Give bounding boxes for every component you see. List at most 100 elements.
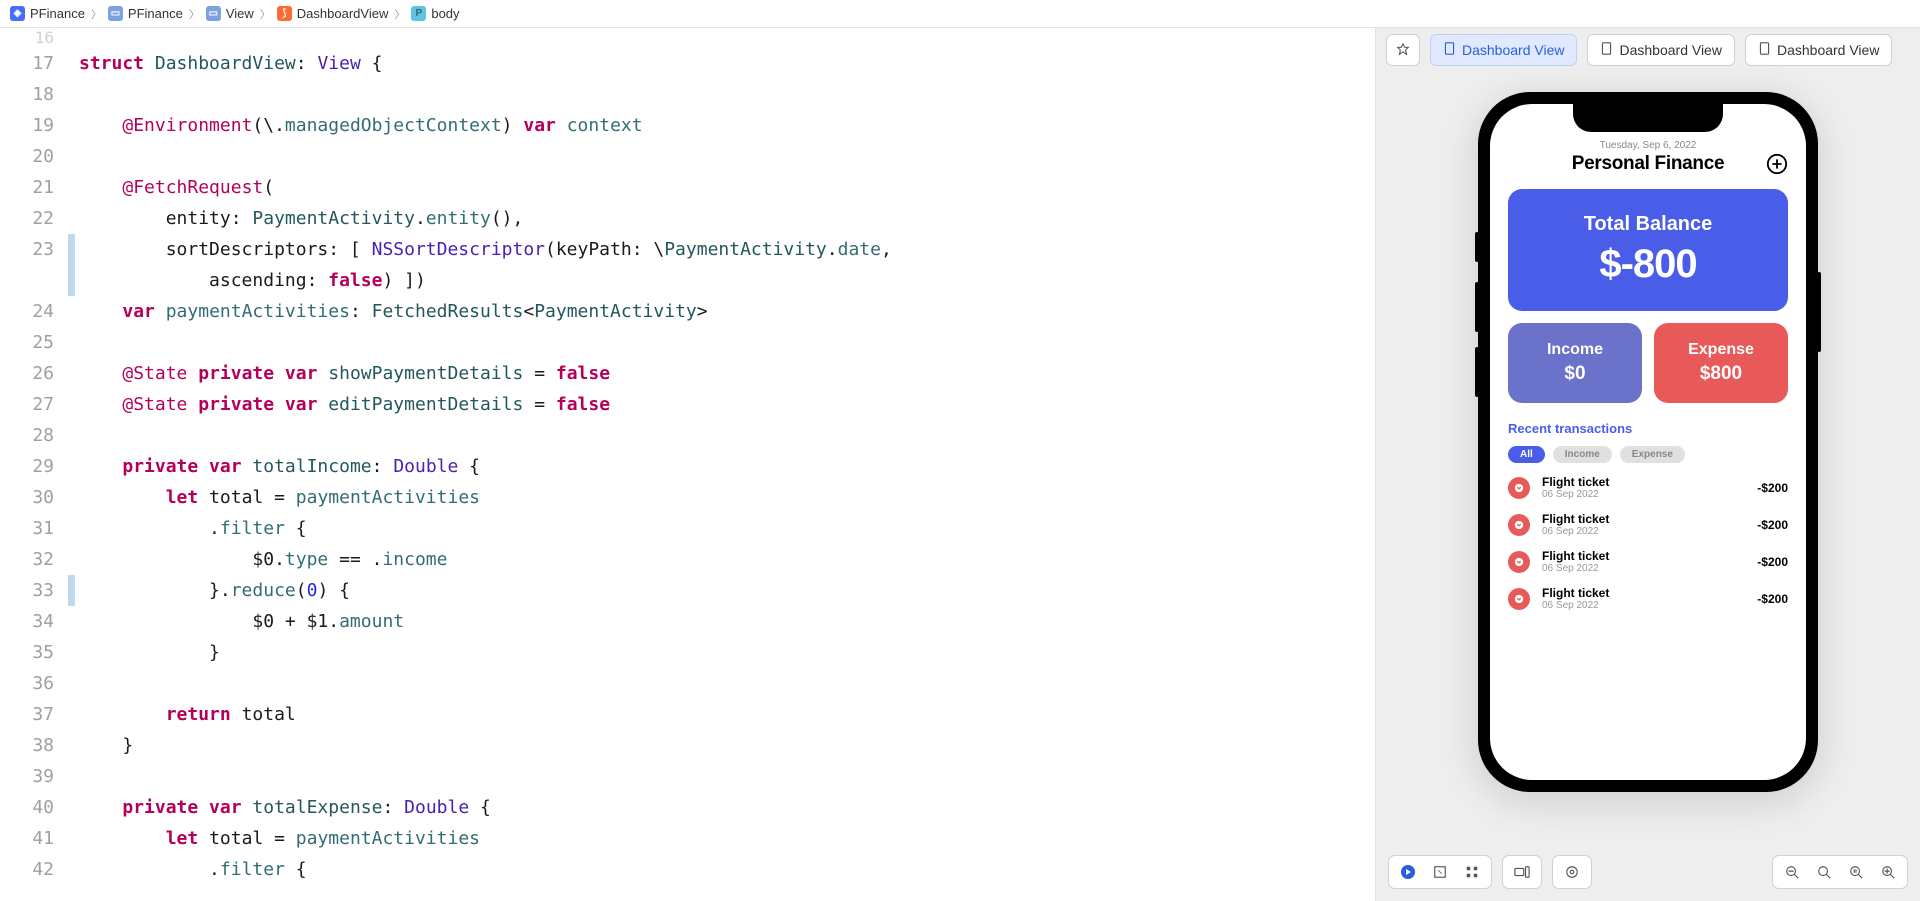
filter-pills: All Income Expense [1508, 446, 1788, 463]
filter-pill-income[interactable]: Income [1553, 446, 1612, 463]
pin-icon [1396, 43, 1410, 57]
canvas-area[interactable]: Tuesday, Sep 6, 2022 Personal Finance To… [1376, 72, 1920, 901]
transaction-amount: -$200 [1757, 481, 1788, 495]
zoom-in-icon [1881, 865, 1895, 879]
transaction-row[interactable]: Flight ticket 06 Sep 2022 -$200 [1508, 549, 1788, 574]
transaction-row[interactable]: Flight ticket 06 Sep 2022 -$200 [1508, 512, 1788, 537]
folder-icon: ▭ [108, 6, 123, 21]
phone-screen[interactable]: Tuesday, Sep 6, 2022 Personal Finance To… [1490, 104, 1806, 780]
preview-tab-label: Dashboard View [1777, 42, 1879, 58]
zoom-actual-icon [1849, 865, 1863, 879]
expense-amount: $800 [1662, 363, 1780, 385]
income-label: Income [1516, 341, 1634, 359]
filter-pill-all[interactable]: All [1508, 446, 1545, 463]
preview-tab[interactable]: Dashboard View [1745, 34, 1892, 66]
change-indicator-bar [68, 28, 75, 901]
zoom-fit-button[interactable] [1813, 861, 1835, 883]
preview-panel: Dashboard View Dashboard View Dashboard Vi… [1375, 28, 1920, 901]
transaction-amount: -$200 [1757, 592, 1788, 606]
chevron-right-icon: 〉 [394, 6, 405, 22]
transaction-date: 06 Sep 2022 [1542, 526, 1745, 537]
filter-pill-expense[interactable]: Expense [1620, 446, 1685, 463]
transaction-row[interactable]: Flight ticket 06 Sep 2022 -$200 [1508, 586, 1788, 611]
chevron-right-icon: 〉 [189, 6, 200, 22]
transaction-name: Flight ticket [1542, 549, 1745, 563]
preview-tab-label: Dashboard View [1462, 42, 1564, 58]
expense-label: Expense [1662, 341, 1780, 359]
transaction-amount: -$200 [1757, 555, 1788, 569]
phone-mockup: Tuesday, Sep 6, 2022 Personal Finance To… [1478, 92, 1818, 792]
zoom-out-button[interactable] [1781, 861, 1803, 883]
transaction-date: 06 Sep 2022 [1542, 563, 1745, 574]
app-title: Personal Finance [1508, 153, 1788, 175]
preview-tab[interactable]: Dashboard View [1587, 34, 1734, 66]
pin-button[interactable] [1386, 34, 1420, 66]
preview-settings-button[interactable] [1561, 861, 1583, 883]
app-icon: ◈ [10, 6, 25, 21]
breadcrumb-label: body [431, 6, 459, 21]
breadcrumb-label: PFinance [128, 6, 183, 21]
plus-circle-icon [1766, 153, 1788, 175]
phone-side-button [1817, 272, 1821, 352]
preview-tabs-bar: Dashboard View Dashboard View Dashboard Vi… [1376, 28, 1920, 72]
chevron-right-icon: 〉 [260, 6, 271, 22]
preview-tab-label: Dashboard View [1619, 42, 1721, 58]
cursor-icon [1433, 865, 1447, 879]
code-editor[interactable]: 1617181920212223 24252627282930313233343… [0, 28, 1375, 901]
settings-icon [1565, 865, 1579, 879]
chevron-right-icon: 〉 [91, 6, 102, 22]
device-settings-button[interactable] [1511, 861, 1533, 883]
breadcrumb-label: PFinance [30, 6, 85, 21]
breadcrumb-item-folder[interactable]: ▭ View [206, 6, 254, 21]
phone-notch [1573, 104, 1723, 132]
selectable-button[interactable] [1429, 861, 1451, 883]
transaction-name: Flight ticket [1542, 475, 1745, 489]
variants-button[interactable] [1461, 861, 1483, 883]
folder-icon: ▭ [206, 6, 221, 21]
preview-icon [1758, 42, 1771, 58]
device-icon [1514, 865, 1530, 879]
transaction-date: 06 Sep 2022 [1542, 489, 1745, 500]
expense-arrow-icon [1508, 477, 1530, 499]
phone-side-button [1475, 347, 1479, 397]
live-preview-button[interactable] [1397, 861, 1419, 883]
property-icon: P [411, 6, 426, 21]
breadcrumb: ◈ PFinance 〉 ▭ PFinance 〉 ▭ View 〉 ⟆ Das… [0, 0, 1920, 28]
zoom-out-icon [1785, 865, 1799, 879]
preview-tab[interactable]: Dashboard View [1430, 34, 1577, 66]
canvas-toolbar [1388, 855, 1908, 889]
phone-side-button [1475, 232, 1479, 262]
expense-arrow-icon [1508, 588, 1530, 610]
line-number-gutter: 1617181920212223 24252627282930313233343… [0, 28, 68, 901]
transaction-name: Flight ticket [1542, 512, 1745, 526]
zoom-actual-button[interactable] [1845, 861, 1867, 883]
breadcrumb-item-file[interactable]: ⟆ DashboardView [277, 6, 389, 21]
transaction-list: Flight ticket 06 Sep 2022 -$200 Flight t… [1508, 475, 1788, 611]
grid-icon [1465, 865, 1479, 879]
date-label: Tuesday, Sep 6, 2022 [1508, 140, 1788, 151]
expense-arrow-icon [1508, 514, 1530, 536]
preview-icon [1600, 42, 1613, 58]
transaction-date: 06 Sep 2022 [1542, 600, 1745, 611]
breadcrumb-item-folder[interactable]: ▭ PFinance [108, 6, 183, 21]
breadcrumb-label: View [226, 6, 254, 21]
transaction-name: Flight ticket [1542, 586, 1745, 600]
income-card: Income $0 [1508, 323, 1642, 403]
balance-card: Total Balance $-800 [1508, 189, 1788, 311]
expense-card: Expense $800 [1654, 323, 1788, 403]
phone-side-button [1475, 282, 1479, 332]
balance-amount: $-800 [1518, 242, 1778, 287]
add-button[interactable] [1766, 153, 1788, 175]
recent-transactions-label: Recent transactions [1508, 421, 1788, 436]
transaction-amount: -$200 [1757, 518, 1788, 532]
balance-label: Total Balance [1518, 213, 1778, 236]
breadcrumb-item-app[interactable]: ◈ PFinance [10, 6, 85, 21]
income-amount: $0 [1516, 363, 1634, 385]
zoom-in-button[interactable] [1877, 861, 1899, 883]
transaction-row[interactable]: Flight ticket 06 Sep 2022 -$200 [1508, 475, 1788, 500]
code-content[interactable]: struct DashboardView: View { @Environmen… [75, 28, 1375, 901]
preview-icon [1443, 42, 1456, 58]
breadcrumb-label: DashboardView [297, 6, 389, 21]
swift-icon: ⟆ [277, 6, 292, 21]
breadcrumb-item-property[interactable]: P body [411, 6, 459, 21]
